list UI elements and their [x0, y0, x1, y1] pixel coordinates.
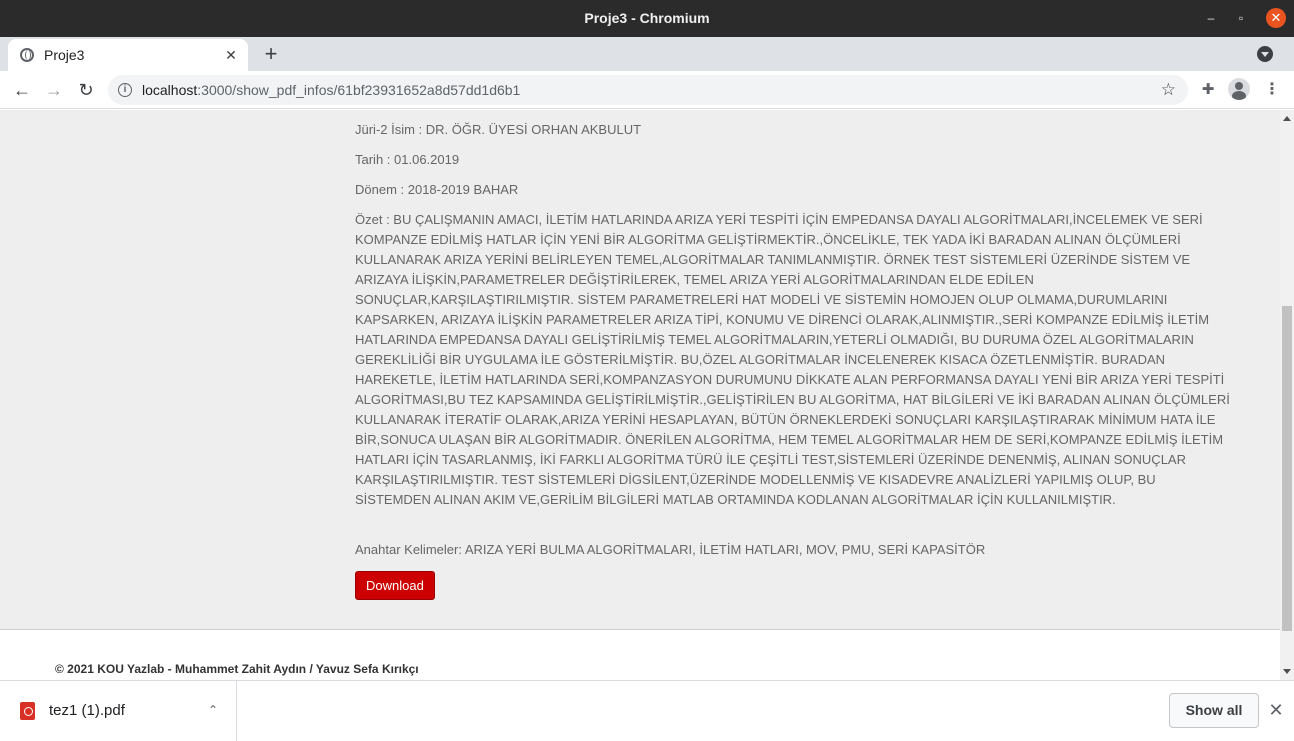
- pdf-file-icon: [20, 702, 35, 720]
- scroll-up-arrow-icon[interactable]: [1283, 116, 1291, 121]
- page-scrollbar[interactable]: [1280, 110, 1294, 680]
- download-file-name[interactable]: tez1 (1).pdf: [49, 681, 125, 741]
- keywords-field: Anahtar Kelimeler: ARIZA YERİ BULMA ALGO…: [355, 542, 986, 557]
- close-window-button[interactable]: ✕: [1266, 8, 1286, 28]
- window-titlebar: Proje3 - Chromium – ▫ ✕: [0, 0, 1294, 37]
- address-bar[interactable]: i localhost:3000/show_pdf_infos/61bf2393…: [108, 75, 1188, 105]
- back-button[interactable]: ←: [10, 78, 34, 102]
- info-icon[interactable]: i: [118, 83, 132, 97]
- abstract-text: Özet : BU ÇALIŞMANIN AMACI, İLETİM HATLA…: [355, 212, 1230, 507]
- reload-button[interactable]: ↻: [74, 78, 98, 102]
- tab-close-icon[interactable]: ✕: [222, 46, 240, 64]
- url-path: :3000/show_pdf_infos/61bf23931652a8d57dd…: [197, 82, 521, 98]
- new-tab-button[interactable]: +: [259, 42, 283, 66]
- juri2-name: Jüri-2 İsim : DR. ÖĞR. ÜYESİ ORHAN AKBUL…: [355, 122, 642, 137]
- maximize-window-button[interactable]: ▫: [1231, 8, 1251, 28]
- browser-toolbar: ← → ↻ i localhost:3000/show_pdf_infos/61…: [0, 71, 1294, 109]
- extensions-puzzle-icon[interactable]: ✚: [1196, 78, 1220, 102]
- profile-avatar-icon[interactable]: [1228, 78, 1252, 102]
- close-shelf-icon[interactable]: ✕: [1266, 699, 1286, 721]
- show-all-button[interactable]: Show all: [1169, 693, 1259, 728]
- page-viewport: Jüri-2 İsim : DR. ÖĞR. ÜYESİ ORHAN AKBUL…: [0, 110, 1280, 680]
- chevron-up-icon[interactable]: ⌃: [205, 700, 221, 720]
- tab-search-icon[interactable]: [1257, 46, 1273, 62]
- download-shelf: tez1 (1).pdf ⌃ Show all ✕: [0, 680, 1294, 741]
- scroll-down-arrow-icon[interactable]: [1283, 669, 1291, 674]
- tab-strip: Proje3 ✕ +: [0, 37, 1294, 71]
- bookmark-star-icon[interactable]: ☆: [1161, 75, 1176, 105]
- date-field: Tarih : 01.06.2019: [355, 152, 460, 167]
- page-footer: © 2021 KOU Yazlab - Muhammet Zahit Aydın…: [55, 662, 419, 676]
- main-content-area: Jüri-2 İsim : DR. ÖĞR. ÜYESİ ORHAN AKBUL…: [0, 110, 1280, 630]
- browser-menu-icon[interactable]: ⋮: [1260, 78, 1284, 102]
- tab-title: Proje3: [44, 47, 85, 63]
- download-item[interactable]: tez1 (1).pdf ⌃: [0, 681, 237, 741]
- url-host: localhost: [142, 82, 198, 98]
- forward-button[interactable]: →: [42, 78, 66, 102]
- globe-icon: [20, 48, 34, 62]
- window-title: Proje3 - Chromium: [584, 10, 710, 26]
- minimize-window-button[interactable]: –: [1201, 8, 1221, 28]
- tab-proje3[interactable]: Proje3 ✕: [8, 39, 248, 71]
- url-text[interactable]: localhost:3000/show_pdf_infos/61bf239316…: [142, 75, 520, 105]
- term-field: Dönem : 2018-2019 BAHAR: [355, 182, 519, 197]
- download-button[interactable]: Download: [355, 571, 435, 600]
- scrollbar-thumb[interactable]: [1282, 306, 1292, 631]
